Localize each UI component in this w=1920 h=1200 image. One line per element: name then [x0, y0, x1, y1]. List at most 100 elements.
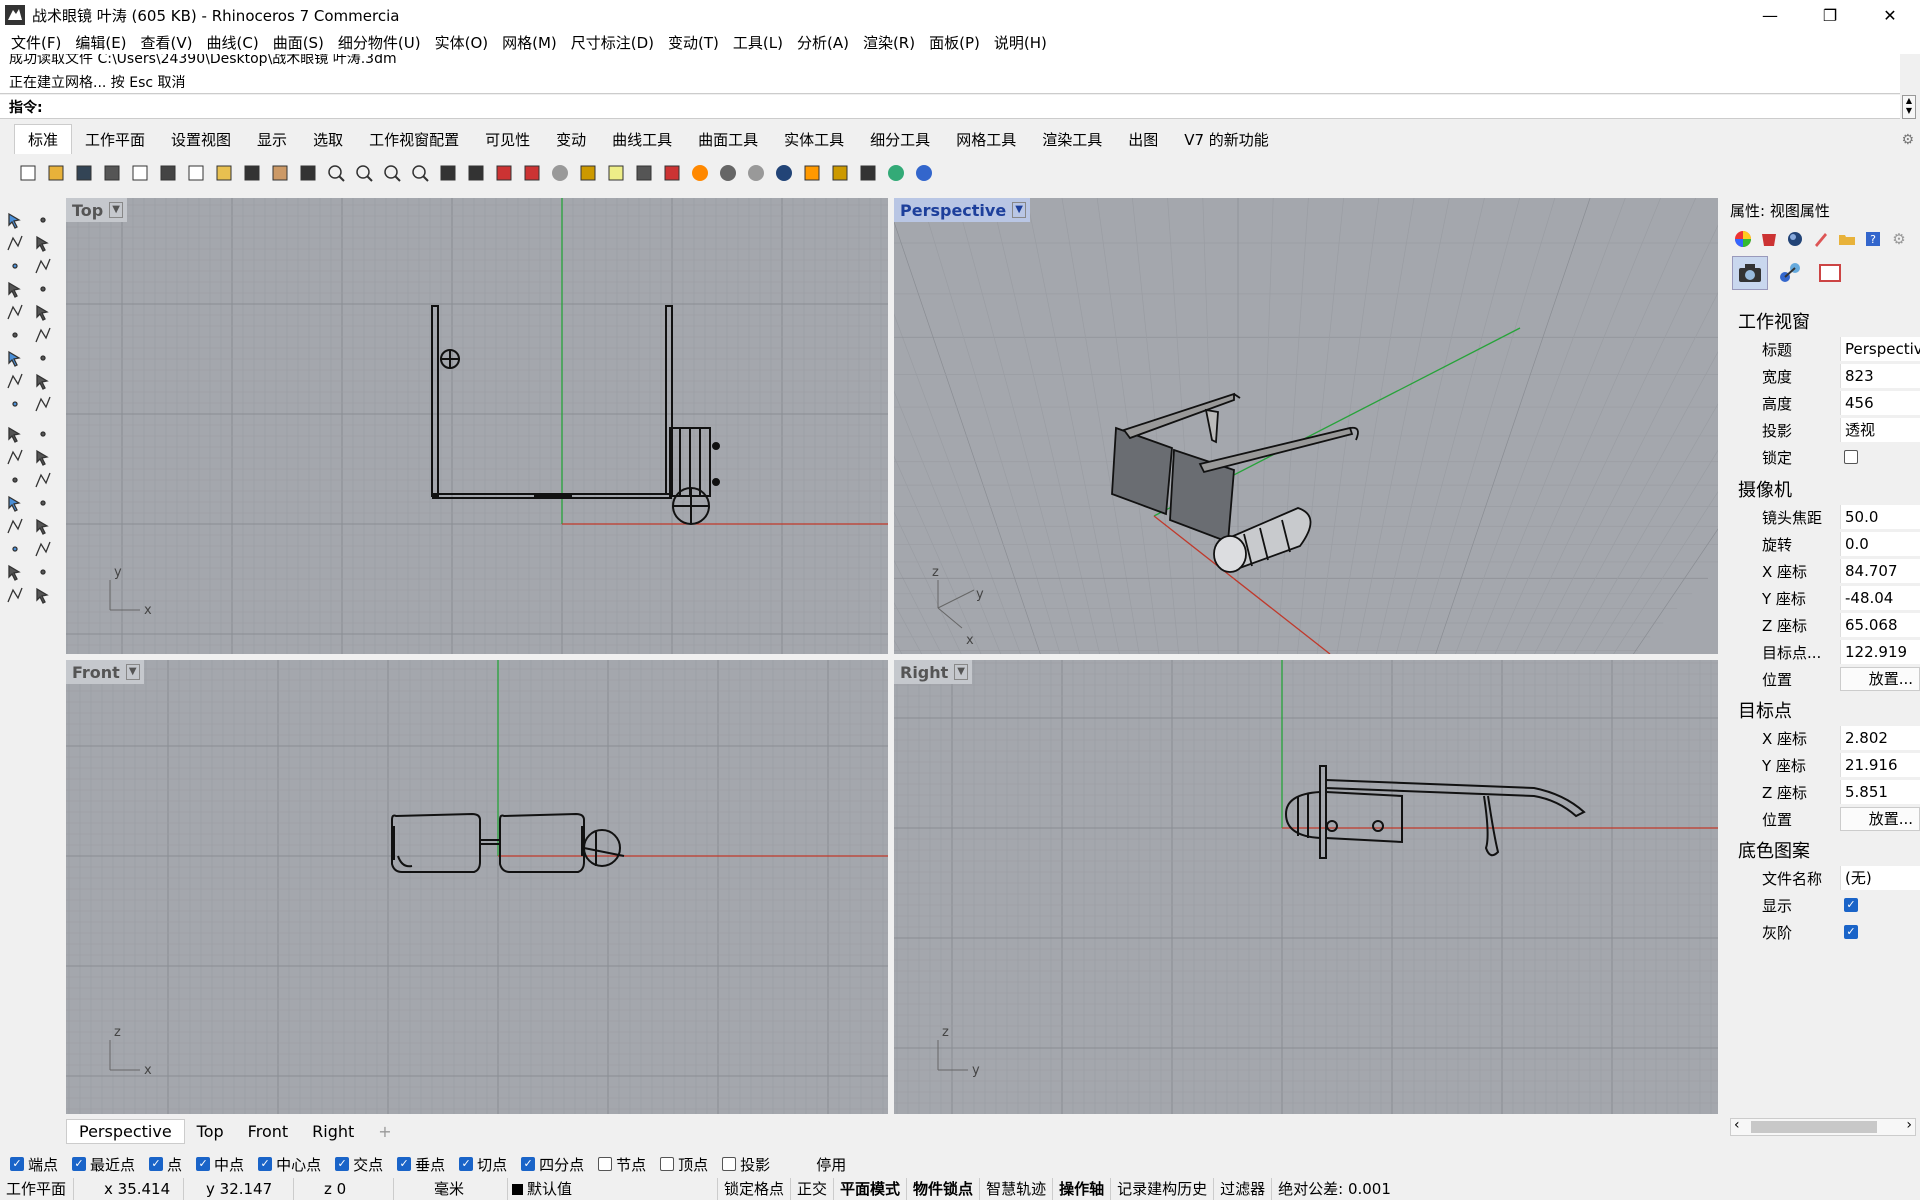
prop-filename-field[interactable]: (无)	[1840, 866, 1920, 890]
toolbar-tab[interactable]: 细分工具	[857, 125, 943, 154]
viewport-title-top[interactable]: Top ▼	[66, 198, 127, 222]
toolbar-tab[interactable]: 出图	[1115, 125, 1171, 154]
toolbar-tab[interactable]: 工作视窗配置	[356, 125, 472, 154]
paint-icon[interactable]	[798, 159, 826, 187]
shade-icon[interactable]	[714, 159, 742, 187]
camera-icon[interactable]	[1732, 256, 1768, 290]
osnap-option[interactable]: 交点	[335, 1154, 383, 1175]
menu-item[interactable]: 面板(P)	[922, 32, 987, 53]
restore-button[interactable]: ❐	[1800, 0, 1860, 30]
prop-camera-x-field[interactable]: 84.707	[1840, 559, 1920, 583]
tabs-gear-icon[interactable]: ⚙	[1901, 132, 1914, 148]
viewport-right[interactable]: yz Right ▼	[894, 660, 1718, 1114]
prop-lens-field[interactable]: 50.0	[1840, 505, 1920, 529]
prop-gray-checkbox[interactable]	[1844, 925, 1858, 939]
color-wheel-icon[interactable]	[1730, 228, 1756, 250]
material-icon[interactable]	[1756, 228, 1782, 250]
cut-icon[interactable]	[154, 159, 182, 187]
osnap-option[interactable]: 中心点	[258, 1154, 321, 1175]
menu-item[interactable]: 变动(T)	[661, 32, 726, 53]
menu-item[interactable]: 细分物件(U)	[331, 32, 428, 53]
status-layer[interactable]: 默认值	[508, 1178, 718, 1200]
osnap-checkbox[interactable]	[397, 1157, 412, 1171]
osnap-option[interactable]: 停用	[798, 1154, 846, 1175]
menu-item[interactable]: 渲染(R)	[856, 32, 922, 53]
toolbar-tab[interactable]: 工作平面	[72, 125, 158, 154]
prop-target-y-field[interactable]: 21.916	[1840, 753, 1920, 777]
status-ortho[interactable]: 正交	[791, 1178, 835, 1200]
camera-place-button[interactable]: 放置...	[1840, 667, 1920, 691]
scroll-right-icon[interactable]: ›	[1906, 1117, 1912, 1133]
status-smarttrack[interactable]: 智慧轨迹	[980, 1178, 1054, 1200]
undo-icon[interactable]	[238, 159, 266, 187]
toolbar-tab[interactable]: 可见性	[472, 125, 543, 154]
osnap-checkbox[interactable]	[335, 1157, 350, 1171]
osnap-option[interactable]: 垂点	[397, 1154, 445, 1175]
panel-h-scrollbar[interactable]: ‹ ›	[1730, 1117, 1916, 1136]
viewport-tab-right[interactable]: Right	[300, 1120, 366, 1143]
render-tool-icon[interactable]	[2, 582, 28, 608]
import-icon[interactable]	[126, 159, 154, 187]
viewport-tab-top[interactable]: Top	[185, 1120, 236, 1143]
menu-item[interactable]: 说明(H)	[987, 32, 1054, 53]
viewport-dropdown-icon[interactable]: ▼	[125, 664, 140, 680]
prop-camera-y-field[interactable]: -48.04	[1840, 586, 1920, 610]
prop-show-checkbox[interactable]	[1844, 898, 1858, 912]
toolbar-tab[interactable]: 设置视图	[158, 125, 244, 154]
paint-tool-icon[interactable]	[30, 582, 56, 608]
panel-scroll-thumb[interactable]	[1751, 1121, 1877, 1133]
four-viewports-icon[interactable]	[462, 159, 490, 187]
car-icon[interactable]	[490, 159, 518, 187]
osnap-checkbox[interactable]	[10, 1157, 24, 1171]
osnap-option[interactable]: 顶点	[660, 1154, 708, 1175]
status-osnap[interactable]: 物件锁点	[907, 1178, 981, 1200]
osnap-option[interactable]: 中点	[196, 1154, 244, 1175]
paste-icon[interactable]	[210, 159, 238, 187]
material-icon[interactable]	[658, 159, 686, 187]
options-gear-icon[interactable]	[826, 159, 854, 187]
close-button[interactable]: ✕	[1860, 0, 1920, 30]
osnap-checkbox[interactable]	[459, 1157, 474, 1171]
menu-item[interactable]: 尺寸标注(D)	[564, 32, 661, 53]
rotate-view-icon[interactable]	[294, 159, 322, 187]
gumball-icon[interactable]	[574, 159, 602, 187]
render-icon[interactable]	[770, 159, 798, 187]
osnap-checkbox[interactable]	[598, 1157, 613, 1171]
menu-item[interactable]: 编辑(E)	[68, 32, 133, 53]
texture-icon[interactable]	[1808, 228, 1834, 250]
osnap-checkbox[interactable]	[196, 1157, 211, 1171]
toolbar-tab[interactable]: 变动	[543, 125, 599, 154]
environment-icon[interactable]	[1782, 228, 1808, 250]
viewport-tab-perspective[interactable]: Perspective	[66, 1118, 185, 1144]
prop-title-field[interactable]: Perspective	[1840, 337, 1920, 361]
osnap-checkbox[interactable]	[660, 1157, 675, 1171]
toolbar-tab[interactable]: 实体工具	[771, 125, 857, 154]
pan-icon[interactable]	[266, 159, 294, 187]
osnap-option[interactable]: 端点	[10, 1154, 58, 1175]
osnap-option[interactable]: 四分点	[521, 1154, 584, 1175]
zoom-window-icon[interactable]	[350, 159, 378, 187]
osnap-checkbox[interactable]	[798, 1157, 812, 1171]
status-history[interactable]: 记录建构历史	[1111, 1178, 1215, 1200]
add-viewport-tab-icon[interactable]: +	[366, 1120, 403, 1143]
print-icon[interactable]	[98, 159, 126, 187]
zoom-selected-icon[interactable]	[406, 159, 434, 187]
help-panel-icon[interactable]: ?	[1860, 228, 1886, 250]
viewport-title-perspective[interactable]: Perspective ▼	[894, 198, 1030, 222]
command-scroll-arrows[interactable]: ▲ ▼	[1902, 95, 1916, 119]
viewport-title-right[interactable]: Right ▼	[894, 660, 972, 684]
toolbar-tab[interactable]: 标准	[14, 124, 73, 154]
status-cplane[interactable]: 工作平面	[0, 1178, 74, 1200]
menu-item[interactable]: 曲面(S)	[266, 32, 331, 53]
viewport-perspective[interactable]: x y z Perspective ▼	[894, 198, 1718, 654]
menu-item[interactable]: 工具(L)	[726, 32, 790, 53]
toolbar-tab[interactable]: V7 的新功能	[1171, 125, 1282, 154]
status-grid-snap[interactable]: 锁定格点	[718, 1178, 792, 1200]
viewport-top[interactable]: xy Top ▼	[66, 198, 888, 654]
osnap-option[interactable]: 最近点	[72, 1154, 135, 1175]
menu-item[interactable]: 查看(V)	[134, 32, 200, 53]
panel-gear-icon[interactable]: ⚙	[1886, 228, 1912, 250]
help-icon[interactable]	[910, 159, 938, 187]
osnap-option[interactable]: 节点	[598, 1154, 646, 1175]
status-gumball[interactable]: 操作轴	[1053, 1178, 1112, 1200]
